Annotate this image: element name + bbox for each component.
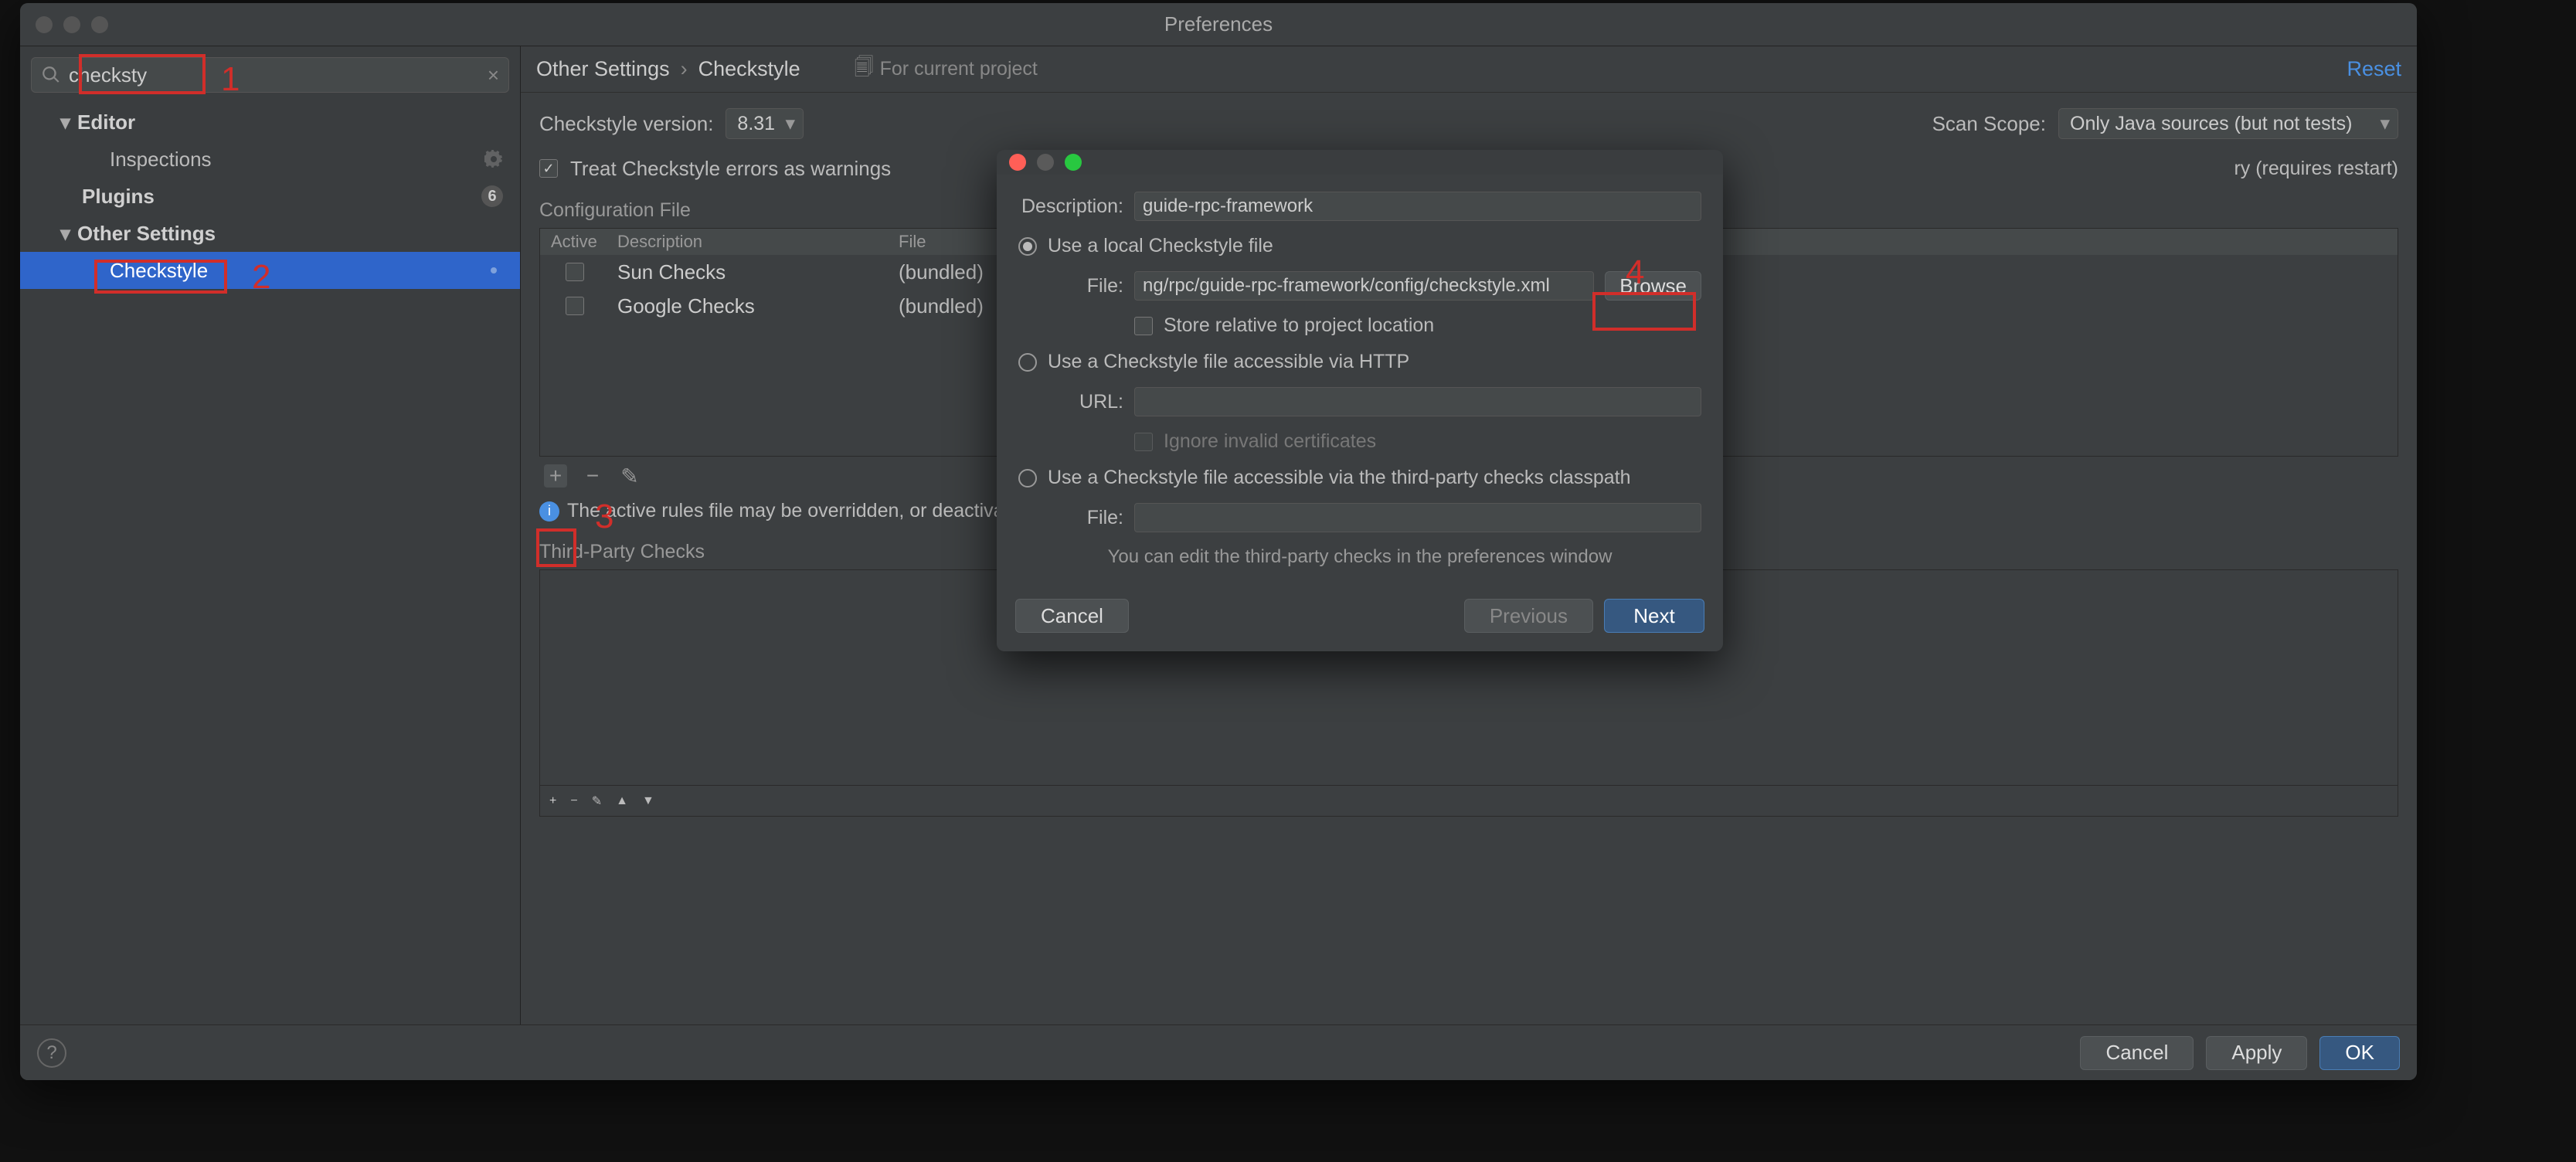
description-input[interactable] (1134, 192, 1701, 221)
remove-button[interactable]: − (581, 464, 604, 488)
file-label: File: (1018, 275, 1123, 297)
dialog-hint: You can edit the third-party checks in t… (1018, 546, 1701, 568)
edit-button[interactable]: ✎ (618, 464, 641, 488)
radio-classpath-label: Use a Checkstyle file accessible via the… (1048, 467, 1631, 489)
help-button[interactable]: ? (37, 1038, 66, 1068)
dialog-zoom-dot[interactable] (1065, 154, 1082, 171)
close-dot[interactable] (36, 16, 53, 33)
reset-link[interactable]: Reset (2347, 57, 2401, 81)
file-input[interactable] (1134, 271, 1594, 301)
radio-http[interactable] (1018, 353, 1037, 372)
sidebar-group-editor[interactable]: ▾ Editor (20, 104, 520, 141)
dialog-next-button[interactable]: Next (1604, 599, 1704, 633)
ok-button[interactable]: OK (2319, 1036, 2400, 1070)
dialog-min-dot[interactable] (1037, 154, 1054, 171)
cancel-button[interactable]: Cancel (2080, 1036, 2194, 1070)
restart-hint: ry (requires restart) (2234, 158, 2398, 180)
apply-button[interactable]: Apply (2206, 1036, 2307, 1070)
dialog-close-dot[interactable] (1009, 154, 1026, 171)
zoom-dot[interactable] (91, 16, 108, 33)
treat-warnings-label: Treat Checkstyle errors as warnings (570, 157, 891, 181)
annotation-box-2 (94, 260, 227, 294)
store-relative-checkbox[interactable] (1134, 317, 1153, 335)
version-select[interactable]: 8.31 (726, 108, 804, 139)
url-label: URL: (1018, 391, 1123, 413)
tpc-remove-button[interactable]: − (570, 794, 577, 808)
file2-input (1134, 503, 1701, 532)
search-icon (41, 65, 61, 85)
annotation-box-4 (1592, 292, 1696, 331)
add-configuration-dialog: Description: Use a local Checkstyle file… (997, 150, 1723, 651)
annotation-num-3: 3 (595, 498, 613, 536)
add-button[interactable]: + (544, 464, 567, 488)
for-current-project: 🗐 For current project (855, 53, 1038, 86)
row-active-checkbox[interactable] (566, 263, 584, 281)
col-active: Active (540, 229, 610, 255)
desc-label: Description: (1018, 195, 1123, 218)
for-project-label: For current project (880, 58, 1038, 80)
tpc-up-button[interactable]: ▲ (616, 794, 628, 808)
gear-icon (484, 150, 503, 168)
annotation-box-1 (79, 54, 206, 94)
sidebar-item-inspections[interactable]: Inspections (20, 141, 520, 178)
label: Other Settings (77, 222, 216, 246)
annotation-box-3 (536, 528, 576, 567)
annotation-num-2: 2 (252, 258, 270, 297)
titlebar: Preferences (20, 3, 2417, 46)
dialog-titlebar (997, 150, 1723, 175)
minimize-dot[interactable] (63, 16, 80, 33)
project-icon: 🗐 (855, 53, 874, 86)
gear-icon (484, 261, 503, 280)
row-desc: Sun Checks (610, 260, 891, 284)
radio-local-file[interactable] (1018, 237, 1037, 256)
radio-classpath[interactable] (1018, 469, 1037, 488)
annotation-num-4: 4 (1626, 253, 1644, 292)
chevron-down-icon: ▾ (60, 222, 70, 246)
tpc-add-button[interactable]: + (549, 794, 556, 808)
url-input (1134, 387, 1701, 416)
label: Plugins (82, 185, 155, 209)
treat-warnings-checkbox[interactable] (539, 159, 558, 178)
ignore-certs-label: Ignore invalid certificates (1164, 430, 1376, 453)
info-text: The active rules file may be overridden,… (567, 500, 1004, 522)
breadcrumb-b: Checkstyle (698, 57, 800, 80)
file2-label: File: (1018, 507, 1123, 529)
store-relative-label: Store relative to project location (1164, 314, 1434, 337)
sidebar-group-other-settings[interactable]: ▾ Other Settings (20, 215, 520, 252)
breadcrumb-a: Other Settings (536, 57, 670, 80)
radio-http-label: Use a Checkstyle file accessible via HTT… (1048, 351, 1409, 373)
annotation-num-1: 1 (221, 60, 240, 99)
clear-icon[interactable]: × (488, 63, 499, 87)
window-title: Preferences (1164, 12, 1273, 36)
sidebar: × ▾ Editor Inspections Plugins 6 ▾ (20, 46, 521, 1024)
ignore-certs-checkbox (1134, 433, 1153, 451)
scan-scope-label: Scan Scope: (1932, 112, 2046, 136)
preferences-window: Preferences × ▾ Editor Inspections (20, 3, 2417, 1080)
radio-local-label: Use a local Checkstyle file (1048, 235, 1273, 257)
tpc-edit-button[interactable]: ✎ (592, 793, 602, 809)
dialog-previous-button: Previous (1464, 599, 1593, 633)
tpc-down-button[interactable]: ▼ (642, 794, 654, 808)
col-desc: Description (610, 229, 891, 255)
row-desc: Google Checks (610, 294, 891, 318)
scan-value: Only Java sources (but not tests) (2070, 113, 2352, 135)
chevron-down-icon: ▾ (60, 110, 70, 134)
sidebar-item-plugins[interactable]: Plugins 6 (20, 178, 520, 215)
breadcrumb: Other Settings›Checkstyle (536, 57, 800, 81)
version-value: 8.31 (737, 113, 775, 135)
label: Inspections (110, 148, 212, 172)
row-active-checkbox[interactable] (566, 297, 584, 315)
info-icon: i (539, 501, 559, 522)
label: Editor (77, 110, 135, 134)
dialog-cancel-button[interactable]: Cancel (1015, 599, 1129, 633)
version-label: Checkstyle version: (539, 112, 713, 136)
traffic-lights (36, 16, 108, 33)
footer: ? Cancel Apply OK (20, 1024, 2417, 1080)
scan-scope-select[interactable]: Only Java sources (but not tests) (2058, 108, 2398, 139)
badge: 6 (481, 185, 503, 207)
